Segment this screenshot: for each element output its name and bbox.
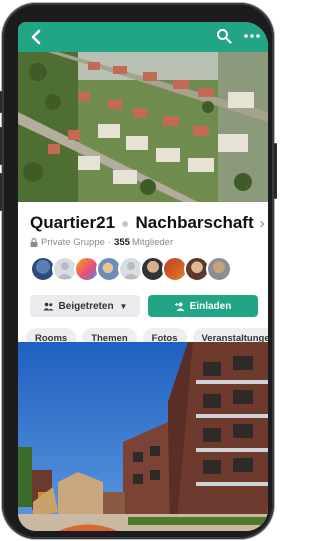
search-icon[interactable]	[216, 28, 232, 44]
post-photo[interactable]	[18, 342, 268, 531]
volume-up-button	[0, 127, 2, 165]
invite-label: Einladen	[189, 300, 232, 312]
joined-label: Beigetreten	[58, 300, 114, 312]
mute-switch	[0, 91, 2, 113]
app-screen: Quartier21 ● Nachbarschaft › Private Gru…	[18, 22, 268, 531]
member-label: Mitglieder	[131, 236, 174, 248]
group-people-icon	[43, 302, 54, 310]
group-title[interactable]: Quartier21 ● Nachbarschaft ›	[30, 212, 266, 234]
group-meta: Private Gruppe · 355 Mitglieder	[30, 235, 173, 249]
chevron-right-icon: ›	[259, 214, 265, 232]
back-chevron-icon[interactable]	[28, 28, 46, 46]
power-button	[274, 143, 277, 199]
invite-button[interactable]: Einladen	[148, 295, 258, 317]
member-count: 355	[114, 236, 130, 248]
member-avatars[interactable]	[30, 256, 232, 284]
joined-button[interactable]: Beigetreten ▼	[30, 295, 140, 317]
title-separator: ●	[121, 215, 130, 231]
privacy-label: Private Gruppe	[41, 236, 105, 248]
avatar[interactable]	[206, 256, 232, 282]
group-cover-image	[18, 52, 268, 202]
group-subtitle: Nachbarschaft	[135, 213, 254, 232]
meta-dot: ·	[107, 236, 112, 248]
top-bar	[18, 22, 268, 52]
more-dots-icon[interactable]	[242, 28, 262, 44]
caret-down-icon: ▼	[119, 301, 128, 311]
group-name: Quartier21	[30, 213, 116, 232]
volume-down-button	[0, 173, 2, 211]
lock-icon	[30, 237, 38, 247]
add-person-icon	[174, 302, 185, 311]
